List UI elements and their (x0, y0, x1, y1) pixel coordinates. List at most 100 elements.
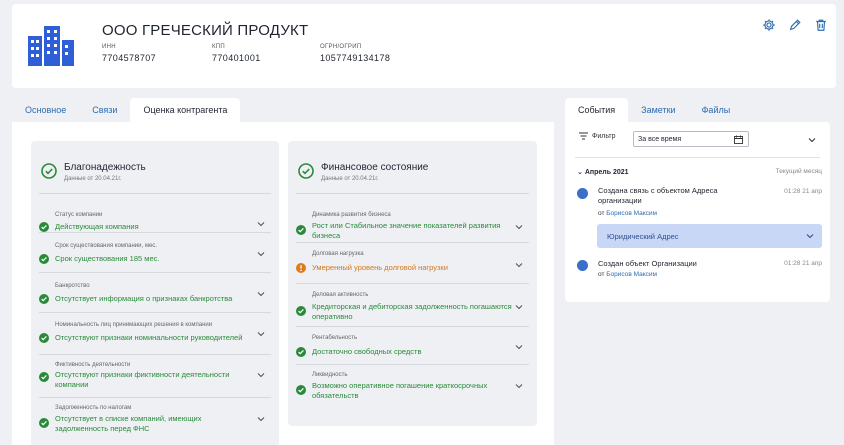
header-actions (762, 18, 828, 32)
link-icon (577, 188, 588, 199)
check-circle-icon (298, 163, 314, 179)
company-name: ООО ГРЕЧЕСКИЙ ПРОДУКТ (102, 22, 309, 39)
reliability-title: Благонадежность (64, 162, 146, 173)
kpp-value: 770401001 (212, 53, 261, 63)
item-value: Достаточно свободных средств (312, 347, 422, 356)
item-value: Отсутствуют признаки фиктивности деятель… (55, 370, 230, 389)
check-icon (296, 385, 306, 395)
item-value: Умеренный уровень долговой нагрузки (312, 263, 448, 272)
ogrn-label: ОГРН/ОГРИП (320, 44, 362, 50)
ogrn-value: 1057749134178 (320, 53, 391, 63)
item-value: Возможно оперативное погашение краткосро… (312, 381, 488, 400)
legal-address-chip[interactable]: Юридический Адрес (597, 224, 822, 248)
item-value: Отсутствует в списке компаний, имеющих з… (55, 414, 202, 433)
reliability-date: Данные от 20.04.21г. (64, 176, 122, 182)
reliability-card: Благонадежность Данные от 20.04.21г. Ста… (31, 141, 279, 445)
period-select[interactable]: За все время (633, 131, 749, 147)
event-time: 01:28 21 апр (784, 260, 822, 267)
check-icon (39, 222, 49, 232)
chevron-down-icon[interactable] (515, 223, 523, 231)
finance-card: Финансовое состояние Данные от 20.04.21г… (288, 141, 537, 426)
inn-block: ИНН 7704578707 (102, 44, 156, 63)
divider (575, 157, 820, 158)
trash-icon[interactable] (814, 18, 828, 32)
ogrn-block: ОГРН/ОГРИП 1057749134178 (320, 44, 390, 63)
chevron-down-icon[interactable] (808, 136, 816, 144)
filter-label: Фильтр (592, 132, 616, 140)
item-label: Долговая нагрузка (312, 251, 364, 257)
chevron-down-icon[interactable] (515, 382, 523, 390)
event-author-prefix: от (598, 210, 605, 217)
chevron-down-icon[interactable] (257, 415, 265, 423)
chevron-down-icon[interactable] (257, 250, 265, 258)
item-label: Фиктивность деятельности (55, 362, 131, 368)
item-label: Динамика развития бизнеса (312, 212, 391, 218)
reliability-item[interactable]: Номинальность лиц принимающих решения в … (39, 313, 271, 355)
inn-label: ИНН (102, 44, 116, 50)
month-label: Апрель 2021 (584, 169, 629, 176)
item-label: Срок существования компании, мес. (55, 243, 157, 249)
finance-item[interactable]: Деловая активность Кредиторская и дебито… (296, 284, 529, 327)
event-time: 01:28 21 апр (784, 188, 822, 195)
pencil-icon[interactable] (788, 18, 802, 32)
event-author: от Борисов Максим (598, 210, 657, 217)
item-label: Деловая активность (312, 292, 369, 298)
check-icon (39, 333, 49, 343)
kpp-label: КПП (212, 44, 226, 50)
check-icon (296, 347, 306, 357)
chevron-down-icon[interactable] (515, 261, 523, 269)
item-label: Ликвидность (312, 372, 348, 378)
object-icon (577, 260, 588, 271)
reliability-item[interactable]: Задолженность по налогам Отсутствует в с… (39, 398, 271, 438)
check-icon (39, 372, 49, 382)
chevron-down-icon[interactable] (257, 290, 265, 298)
event-author-prefix: от (598, 271, 605, 278)
calendar-icon (734, 135, 743, 144)
building-icon (28, 26, 74, 66)
tab-notes[interactable]: Заметки (628, 98, 688, 122)
tab-main[interactable]: Основное (12, 98, 79, 122)
warning-icon (296, 263, 306, 273)
finance-item[interactable]: Рентабельность Достаточно свободных сред… (296, 327, 529, 365)
item-value: Срок существования 185 мес. (55, 254, 160, 263)
check-icon (39, 294, 49, 304)
event-author: от Борисов Максим (598, 271, 657, 278)
chevron-down-icon[interactable] (257, 220, 265, 228)
item-label: Рентабельность (312, 335, 358, 341)
finance-item[interactable]: Ликвидность Возможно оперативное погашен… (296, 365, 529, 407)
reliability-item[interactable]: Фиктивность деятельности Отсутствуют при… (39, 355, 271, 398)
reliability-header: Благонадежность Данные от 20.04.21г. (31, 141, 279, 193)
reliability-item[interactable]: Банкротство Отсутствует информация о при… (39, 273, 271, 313)
chevron-down-icon[interactable] (515, 303, 523, 311)
chevron-down-icon[interactable] (257, 371, 265, 379)
kpp-block: КПП 770401001 (212, 44, 261, 63)
events-panel: Фильтр За все время ⌄ Апрель 2021 Текущи… (565, 122, 830, 302)
check-circle-icon (41, 163, 57, 179)
tab-links[interactable]: Связи (79, 98, 130, 122)
reliability-item[interactable]: Срок существования компании, мес. Срок с… (39, 233, 271, 273)
event-text: Создан объект Организации (598, 259, 697, 268)
finance-item[interactable]: Динамика развития бизнеса Рост или Стаби… (296, 194, 529, 243)
tab-files[interactable]: Файлы (689, 98, 744, 122)
tab-counterparty-assessment[interactable]: Оценка контрагента (130, 98, 241, 122)
chevron-down-icon[interactable] (257, 330, 265, 338)
check-icon (296, 306, 306, 316)
month-group[interactable]: ⌄ Апрель 2021 (577, 168, 629, 176)
reliability-item[interactable]: Статус компании Действующая компания (39, 194, 271, 233)
event-author-link[interactable]: Борисов Максим (606, 271, 657, 278)
chevron-down-icon[interactable] (515, 343, 523, 351)
month-period-label: Текущий месяц (775, 168, 822, 175)
tab-events[interactable]: События (565, 98, 629, 122)
event-author-link[interactable]: Борисов Максим (606, 210, 657, 217)
legal-address-label: Юридический Адрес (607, 232, 679, 241)
item-value: Рост или Стабильное значение показателей… (312, 221, 501, 240)
item-label: Статус компании (55, 212, 103, 218)
item-label: Задолженность по налогам (55, 405, 132, 411)
inn-value: 7704578707 (102, 53, 157, 63)
finance-item[interactable]: Долговая нагрузка Умеренный уровень долг… (296, 243, 529, 284)
gear-icon[interactable] (762, 18, 776, 32)
chevron-down-icon: ⌄ (577, 169, 583, 176)
filter-row[interactable]: Фильтр (579, 132, 616, 140)
finance-header: Финансовое состояние Данные от 20.04.21г… (288, 141, 537, 193)
company-header: ООО ГРЕЧЕСКИЙ ПРОДУКТ ИНН 7704578707 КПП… (12, 4, 836, 88)
